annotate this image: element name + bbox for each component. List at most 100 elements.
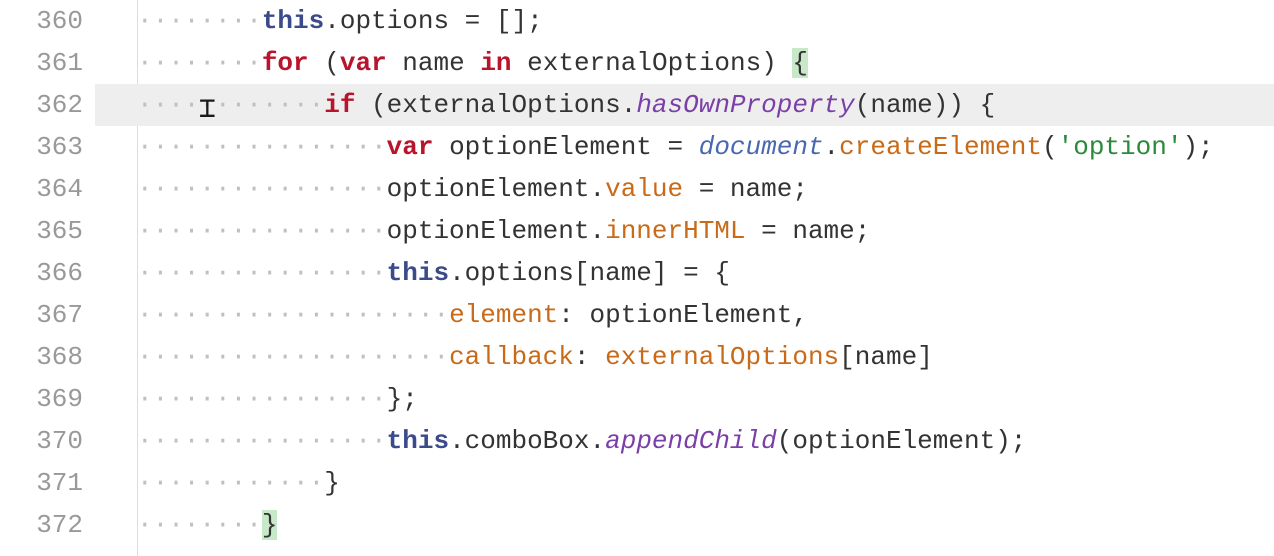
token — [387, 48, 403, 78]
indent-dots: ················ — [137, 174, 387, 204]
token: this — [387, 258, 449, 288]
line-number: 366 — [0, 252, 83, 294]
indent-dots: ················ — [137, 258, 387, 288]
token: this — [387, 426, 449, 456]
line-number: 360 — [0, 0, 83, 42]
code-line[interactable]: ················optionElement.value = na… — [95, 168, 1274, 210]
token: in — [480, 48, 511, 78]
token: [ — [574, 258, 590, 288]
token: . — [824, 132, 840, 162]
line-number: 371 — [0, 462, 83, 504]
line-number: 368 — [0, 336, 83, 378]
code-line[interactable]: ················this.options[name] = { — [95, 252, 1274, 294]
token: name — [855, 342, 917, 372]
token: ( — [777, 426, 793, 456]
token: }; — [387, 384, 418, 414]
code-line[interactable]: ················this.comboBox.appendChil… — [95, 420, 1274, 462]
token: } — [324, 468, 340, 498]
code-line[interactable]: ········for (var name in externalOptions… — [95, 42, 1274, 84]
code-line[interactable]: ············if (externalOptions.hasOwnPr… — [95, 84, 1274, 126]
code-line[interactable]: ················optionElement.innerHTML … — [95, 210, 1274, 252]
token: appendChild — [605, 426, 777, 456]
indent-dots: ············ — [137, 468, 324, 498]
line-number: 364 — [0, 168, 83, 210]
token: options — [465, 258, 574, 288]
token: var — [340, 48, 387, 78]
token: = — [652, 132, 699, 162]
token — [512, 48, 528, 78]
token: : — [558, 300, 589, 330]
line-number: 369 — [0, 378, 83, 420]
token: ( — [309, 48, 340, 78]
token: optionElement — [590, 300, 793, 330]
code-line[interactable]: ····················element: optionEleme… — [95, 294, 1274, 336]
line-number: 363 — [0, 126, 83, 168]
indent-dots: ················ — [137, 132, 387, 162]
token: name — [730, 174, 792, 204]
indent-dots: ················ — [137, 426, 387, 456]
token: . — [324, 6, 340, 36]
token: optionElement — [387, 174, 590, 204]
indent-dots: ········ — [137, 48, 262, 78]
token: callback — [449, 342, 574, 372]
token: . — [589, 216, 605, 246]
token: } — [262, 510, 278, 540]
token: = — [746, 216, 793, 246]
token: = — [449, 6, 496, 36]
token: ) — [761, 48, 792, 78]
code-line[interactable]: ········} — [95, 504, 1274, 546]
line-number: 367 — [0, 294, 83, 336]
indent-dots: ········ — [137, 510, 262, 540]
code-line[interactable]: ················var optionElement = docu… — [95, 126, 1274, 168]
line-number: 362 — [0, 84, 83, 126]
indent-dots: ············ — [137, 90, 324, 120]
token: = — [683, 174, 730, 204]
indent-dots: ················ — [137, 216, 387, 246]
code-line[interactable]: ········this.options = []; — [95, 0, 1274, 42]
token: ( — [1042, 132, 1058, 162]
indent-dots: ········ — [137, 6, 262, 36]
token: ; — [792, 174, 808, 204]
token: name — [792, 216, 854, 246]
code-line[interactable]: ············} — [95, 462, 1274, 504]
token: ] = { — [652, 258, 730, 288]
code-line[interactable]: ····················callback: externalOp… — [95, 336, 1274, 378]
token: optionElement — [387, 216, 590, 246]
token: document — [699, 132, 824, 162]
token: externalOptions — [387, 90, 621, 120]
token: ] — [917, 342, 933, 372]
token: . — [449, 258, 465, 288]
token: ( — [855, 90, 871, 120]
token: name — [870, 90, 932, 120]
line-number: 365 — [0, 210, 83, 252]
code-line[interactable]: ················}; — [95, 378, 1274, 420]
token: 'option' — [1058, 132, 1183, 162]
token: ; — [855, 216, 871, 246]
token: : — [574, 342, 605, 372]
token: optionElement — [792, 426, 995, 456]
token: externalOptions — [527, 48, 761, 78]
token: . — [590, 426, 606, 456]
token: innerHTML — [605, 216, 745, 246]
token: , — [792, 300, 808, 330]
token: )) { — [933, 90, 995, 120]
token: ); — [995, 426, 1026, 456]
token: optionElement — [449, 132, 652, 162]
code-editor[interactable]: 360361362363364365366367368369370371372 … — [0, 0, 1274, 556]
token — [433, 132, 449, 162]
token: for — [262, 48, 309, 78]
token — [465, 48, 481, 78]
gutter: 360361362363364365366367368369370371372 — [0, 0, 95, 556]
token: name — [590, 258, 652, 288]
code-area[interactable]: ········this.options = [];········for (v… — [95, 0, 1274, 556]
token: { — [792, 48, 808, 78]
indent-dots: ···················· — [137, 342, 449, 372]
token: comboBox — [465, 426, 590, 456]
token: value — [605, 174, 683, 204]
token: externalOptions — [605, 342, 839, 372]
token: . — [589, 174, 605, 204]
token: [ — [839, 342, 855, 372]
line-number: 361 — [0, 42, 83, 84]
line-number: 370 — [0, 420, 83, 462]
token: var — [387, 132, 434, 162]
